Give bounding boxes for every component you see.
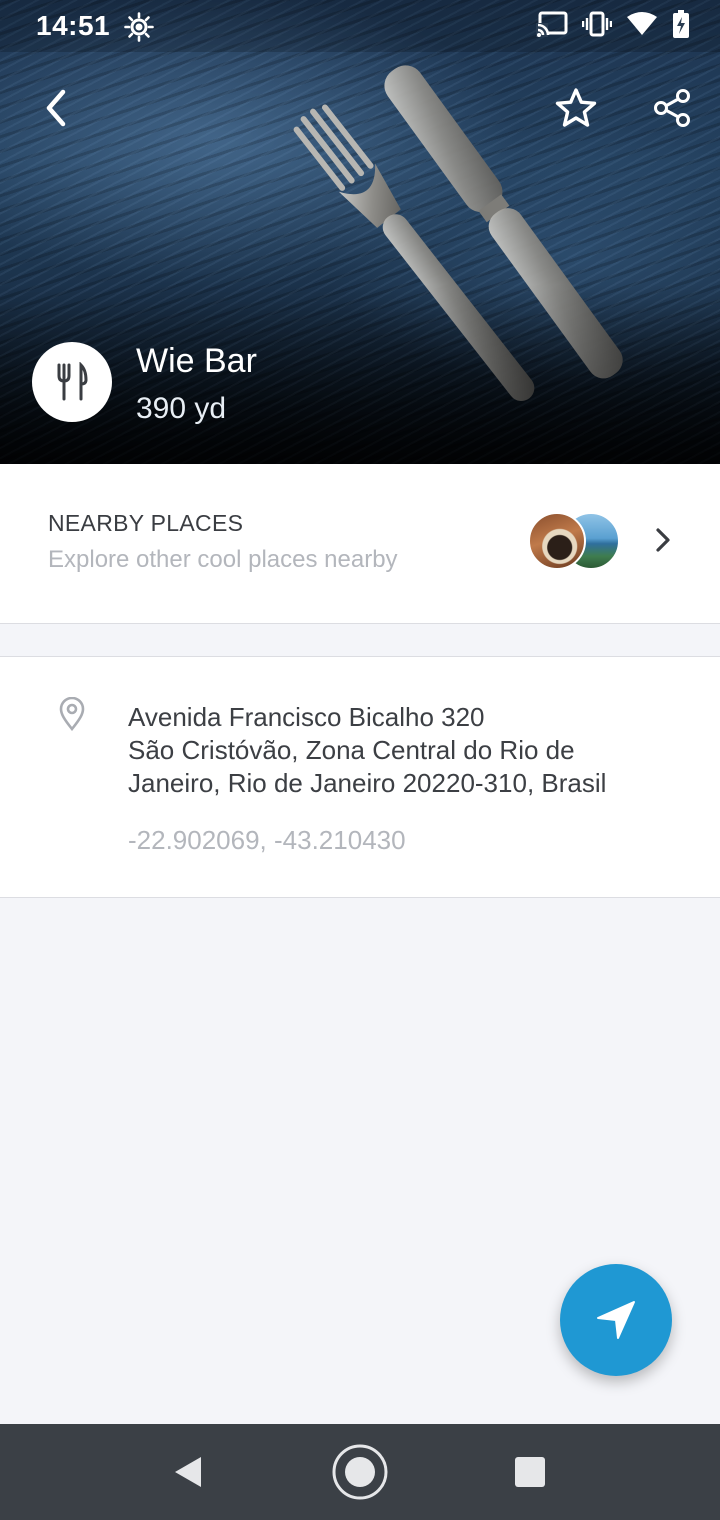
place-distance: 390 yd xyxy=(136,392,227,425)
system-navigation-bar xyxy=(0,1424,720,1520)
status-time: 14:51 xyxy=(36,10,111,41)
status-bar: 14:51 xyxy=(0,0,720,52)
place-category-avatar xyxy=(32,342,112,422)
address-line-1: Avenida Francisco Bicalho 320 xyxy=(128,702,485,732)
arrow-back-icon xyxy=(46,89,66,127)
back-button[interactable] xyxy=(26,78,86,138)
star-outline-icon xyxy=(555,88,597,127)
battery-charging-icon xyxy=(672,10,690,43)
address-line-2: São Cristóvão, Zona Central do Rio de xyxy=(128,735,575,765)
fork-knife-icon xyxy=(57,362,88,401)
address-line-3: Janeiro, Rio de Janeiro 20220-310, Brasi… xyxy=(128,768,607,798)
nearby-places-subtitle: Explore other cool places nearby xyxy=(48,546,398,573)
home-circle-icon xyxy=(332,1444,388,1500)
navigate-fab-button[interactable] xyxy=(560,1264,672,1376)
chevron-right-icon xyxy=(650,524,676,561)
square-recents-icon xyxy=(515,1457,545,1487)
share-icon xyxy=(654,89,690,127)
share-button[interactable] xyxy=(642,78,702,138)
wifi-icon xyxy=(626,11,658,42)
nearby-places-title: NEARBY PLACES xyxy=(48,510,244,536)
system-recents-button[interactable] xyxy=(482,1424,578,1520)
vibrate-icon xyxy=(581,11,613,42)
coordinates: -22.902069, -43.210430 xyxy=(128,825,406,855)
status-icons xyxy=(536,10,690,43)
triangle-back-icon xyxy=(175,1457,201,1487)
brightness-icon xyxy=(124,12,154,47)
system-home-button[interactable] xyxy=(312,1424,408,1520)
address-card: Avenida Francisco Bicalho 320 São Cristó… xyxy=(0,656,720,898)
cast-icon xyxy=(536,11,568,42)
navigation-arrow-icon xyxy=(597,1301,635,1339)
system-back-button[interactable] xyxy=(140,1424,236,1520)
location-pin-icon xyxy=(58,696,86,736)
favorite-button[interactable] xyxy=(546,78,606,138)
nearby-places-card[interactable]: NEARBY PLACES Explore other cool places … xyxy=(0,464,720,624)
nearby-thumbnail-coffee xyxy=(528,512,586,570)
place-name: Wie Bar xyxy=(136,342,257,380)
